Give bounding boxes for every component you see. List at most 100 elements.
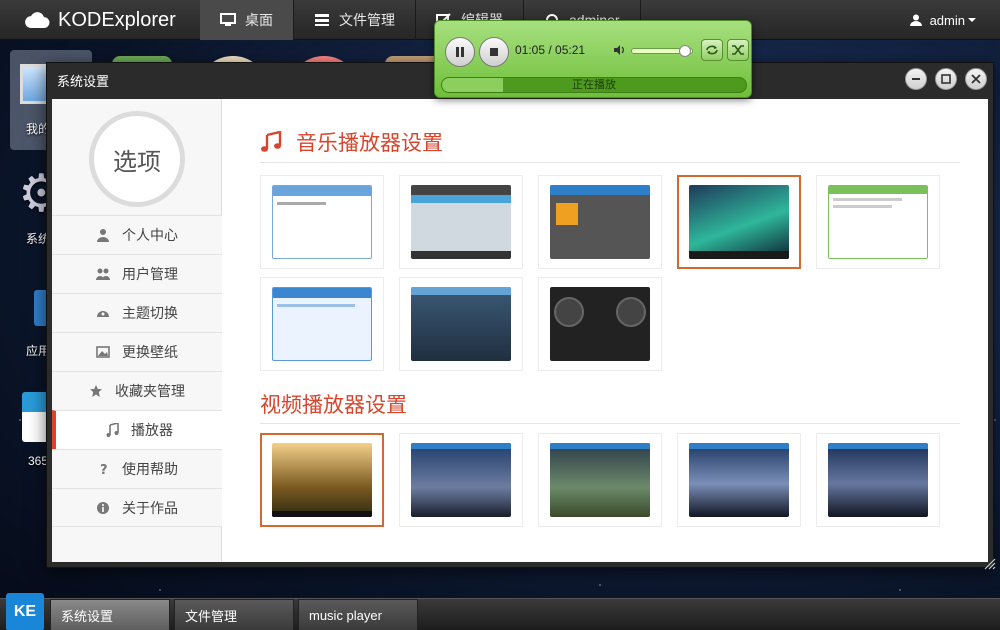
music-skin-thumb-selected[interactable] [677, 175, 801, 269]
music-skin-thumb[interactable] [260, 175, 384, 269]
section-title-text: 视频播放器设置 [260, 394, 407, 417]
pause-button[interactable] [445, 37, 475, 67]
music-note-icon [261, 131, 282, 152]
video-skin-thumb[interactable] [399, 433, 523, 527]
minimize-icon [912, 78, 920, 80]
shuffle-icon [732, 45, 744, 55]
desktop-icon [220, 13, 236, 26]
task-label: 系统设置 [61, 608, 114, 624]
settings-sidebar: 选项 个人中心 用户管理 主题切换 更换壁纸 收藏夹管理 播放器 ? 使用帮助 … [52, 99, 222, 562]
stop-button[interactable] [479, 37, 509, 67]
skin-preview [689, 443, 789, 517]
menu-item-about[interactable]: 关于作品 [52, 488, 222, 527]
nav-label: 文件管理 [339, 12, 395, 28]
stop-icon [490, 48, 498, 56]
volume-handle[interactable] [678, 45, 691, 57]
music-skin-thumb[interactable] [260, 277, 384, 371]
skin-preview [550, 185, 650, 259]
resize-handle-icon[interactable] [984, 558, 996, 570]
minimize-button[interactable] [905, 68, 927, 90]
task-music-player[interactable]: music player [298, 599, 418, 630]
user-icon [909, 14, 922, 26]
music-note-icon [106, 423, 119, 437]
skin-preview [828, 443, 928, 517]
settings-menu: 个人中心 用户管理 主题切换 更换壁纸 收藏夹管理 播放器 ? 使用帮助 关于作… [52, 215, 222, 527]
window-body: 选项 个人中心 用户管理 主题切换 更换壁纸 收藏夹管理 播放器 ? 使用帮助 … [52, 99, 988, 562]
nav-desktop[interactable]: 桌面 [200, 0, 294, 40]
maximize-icon [941, 74, 951, 84]
pause-icon [456, 47, 464, 57]
menu-item-wallpaper[interactable]: 更换壁纸 [52, 332, 222, 371]
user-menu[interactable]: admin [909, 0, 976, 40]
menu-item-label: 更换壁纸 [122, 344, 178, 360]
skin-preview [272, 185, 372, 259]
music-skin-thumb[interactable] [538, 175, 662, 269]
volume-slider[interactable] [631, 45, 693, 57]
task-system-settings[interactable]: 系统设置 [50, 599, 170, 630]
skin-preview [411, 185, 511, 259]
playback-time: 01:05 / 05:21 [515, 43, 586, 57]
shuffle-button[interactable] [727, 39, 749, 61]
video-skin-thumb[interactable] [816, 433, 940, 527]
music-skin-thumb[interactable] [538, 277, 662, 371]
section-divider [260, 423, 960, 424]
skin-preview [411, 287, 511, 361]
close-icon [971, 74, 981, 84]
cloud-icon [25, 12, 50, 28]
picture-icon [96, 346, 110, 358]
music-skin-thumb[interactable] [399, 175, 523, 269]
menu-item-label: 使用帮助 [122, 461, 178, 477]
section-title-text: 音乐播放器设置 [296, 132, 443, 155]
star-icon [90, 385, 102, 397]
music-skin-thumb[interactable] [399, 277, 523, 371]
taskbar: KE 系统设置 文件管理 music player [0, 593, 1000, 630]
menu-item-label: 用户管理 [122, 266, 178, 282]
close-button[interactable] [965, 68, 987, 90]
menu-item-label: 个人中心 [122, 227, 178, 243]
playback-progress[interactable]: 正在播放 [441, 77, 747, 93]
music-section-title: 音乐播放器设置 [260, 127, 443, 157]
repeat-button[interactable] [701, 39, 723, 61]
skin-preview [272, 287, 372, 361]
menu-item-label: 关于作品 [122, 499, 178, 516]
users-icon [96, 268, 110, 280]
question-icon: ? [100, 463, 108, 476]
app-logo[interactable]: KODExplorer [24, 0, 176, 40]
chevron-down-icon [968, 18, 976, 22]
maximize-button[interactable] [935, 68, 957, 90]
player-settings-panel: 音乐播放器设置 视频播放器设置 [222, 99, 988, 562]
nav-file-manager[interactable]: 文件管理 [294, 0, 416, 40]
folder-list-icon [315, 14, 329, 26]
menu-item-help[interactable]: ? 使用帮助 [52, 449, 222, 488]
task-label: 文件管理 [185, 608, 238, 624]
skin-preview [272, 443, 372, 517]
music-skin-thumb[interactable] [816, 175, 940, 269]
task-file-manager[interactable]: 文件管理 [174, 599, 294, 630]
start-button[interactable]: KE [6, 593, 44, 630]
video-skin-thumb[interactable] [677, 433, 801, 527]
video-skin-thumb[interactable] [538, 433, 662, 527]
skin-preview [689, 185, 789, 259]
menu-item-label: 播放器 [131, 422, 173, 438]
user-icon [97, 229, 109, 242]
volume-icon[interactable] [613, 44, 625, 56]
playback-status: 正在播放 [572, 79, 616, 91]
video-skin-thumb-selected[interactable] [260, 433, 384, 527]
menu-item-profile[interactable]: 个人中心 [52, 215, 222, 254]
info-icon [97, 501, 109, 514]
menu-item-user-management[interactable]: 用户管理 [52, 254, 222, 293]
svg-text:?: ? [100, 463, 108, 476]
menu-item-theme[interactable]: 主题切换 [52, 293, 222, 332]
music-player: 01:05 / 05:21 正在播放 [434, 20, 752, 98]
video-section-title: 视频播放器设置 [260, 389, 407, 419]
user-name: admin [929, 12, 965, 28]
volume-fill [632, 49, 685, 53]
logo-text: KODExplorer [58, 8, 176, 31]
skin-preview [411, 443, 511, 517]
section-divider [260, 162, 960, 163]
menu-item-player[interactable]: 播放器 [52, 410, 222, 449]
window-title: 系统设置 [57, 74, 110, 89]
skin-preview [550, 443, 650, 517]
menu-item-label: 主题切换 [122, 305, 178, 321]
menu-item-favorites[interactable]: 收藏夹管理 [52, 371, 222, 410]
